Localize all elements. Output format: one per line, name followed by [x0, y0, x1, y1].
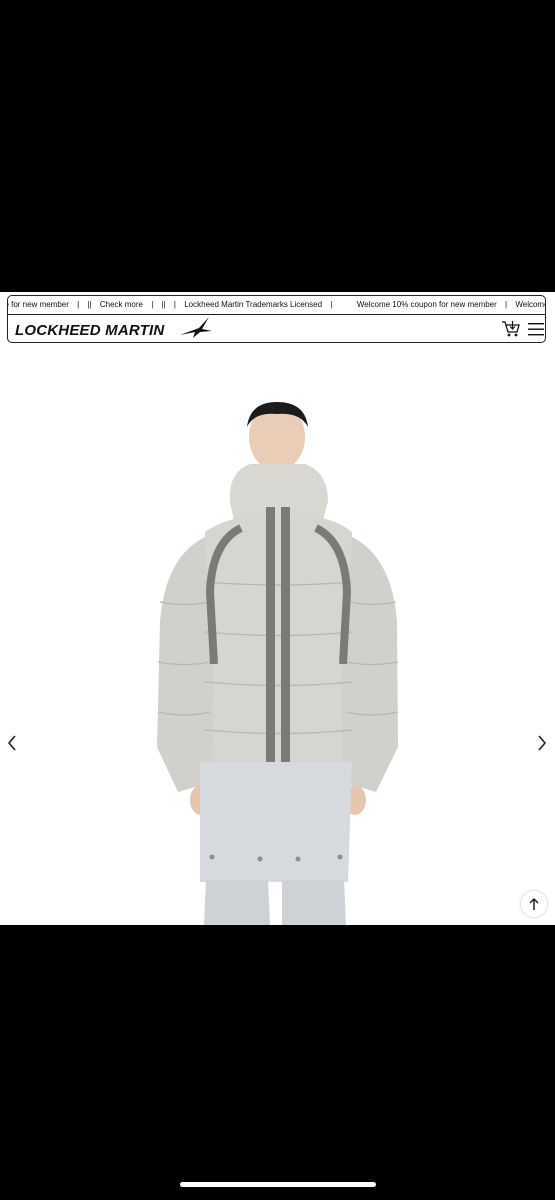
announcement-ticker[interactable]: ge for new member | || Check more | || |… [8, 296, 545, 315]
chevron-left-icon[interactable] [5, 733, 19, 753]
brand-bar: LOCKHEED MARTIN [8, 315, 545, 342]
scroll-to-top-button[interactable] [521, 891, 547, 917]
ticker-item: || [161, 300, 166, 309]
ticker-item: ge for new member [8, 300, 69, 309]
ticker-separator: | [330, 300, 333, 309]
hamburger-menu-icon[interactable] [528, 323, 544, 336]
ticker-item[interactable]: Check more [100, 296, 143, 314]
brand-logo[interactable]: LOCKHEED MARTIN [15, 322, 164, 339]
ticker-item: || [87, 300, 92, 309]
ticker-separator: | [151, 300, 154, 309]
product-page: ge for new member | || Check more | || |… [0, 292, 555, 925]
home-indicator[interactable] [180, 1182, 376, 1187]
chevron-right-icon[interactable] [535, 733, 549, 753]
ticker-separator: | [77, 300, 80, 309]
arrow-up-icon [529, 897, 539, 910]
product-photo-illustration [157, 402, 399, 925]
product-image[interactable] [0, 352, 555, 925]
ticker-separator: | [505, 300, 508, 309]
ticker-track: ge for new member | || Check more | || |… [8, 296, 545, 314]
site-header: ge for new member | || Check more | || |… [7, 295, 546, 343]
ticker-item: Lockheed Martin Trademarks Licensed [184, 300, 323, 309]
ticker-item: Welcome KAKAO [515, 300, 545, 309]
cart-icon[interactable] [501, 320, 521, 338]
star-logo-icon [180, 317, 212, 338]
ticker-separator: | [173, 300, 176, 309]
ticker-item: Welcome 10% coupon for new member [356, 300, 497, 309]
